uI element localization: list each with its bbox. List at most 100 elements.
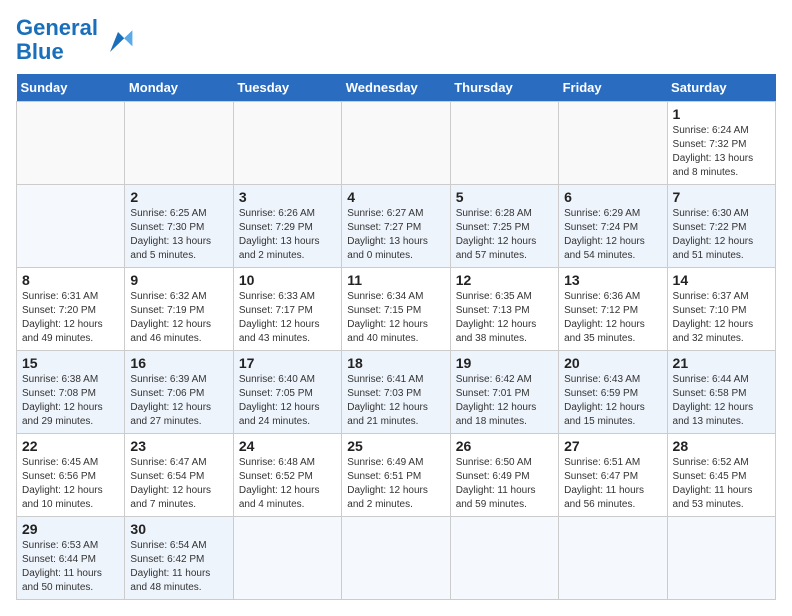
day-info: Sunrise: 6:27 AMSunset: 7:27 PMDaylight:… (347, 208, 428, 261)
empty-cell (450, 517, 558, 600)
day-cell-3: 3Sunrise: 6:26 AMSunset: 7:29 PMDaylight… (233, 185, 341, 268)
weekday-header-tuesday: Tuesday (233, 74, 341, 102)
empty-cell (450, 102, 558, 185)
week-row-4: 15 Sunrise: 6:38 AMSunset: 7:08 PMDayligh… (17, 351, 776, 434)
day-number: 5 (456, 189, 553, 205)
day-number: 9 (130, 272, 227, 288)
day-cell-30: 30 Sunrise: 6:54 AMSunset: 6:42 PMDayligh… (125, 517, 233, 600)
week-row-1: 1Sunrise: 6:24 AMSunset: 7:32 PMDaylight… (17, 102, 776, 185)
day-cell-18: 18Sunrise: 6:41 AMSunset: 7:03 PMDayligh… (342, 351, 450, 434)
day-number: 20 (564, 355, 661, 371)
day-number: 12 (456, 272, 553, 288)
day-number: 14 (673, 272, 770, 288)
day-info: Sunrise: 6:39 AMSunset: 7:06 PMDaylight:… (130, 374, 211, 427)
day-info: Sunrise: 6:45 AMSunset: 6:56 PMDaylight:… (22, 457, 103, 510)
day-cell-25: 25Sunrise: 6:49 AMSunset: 6:51 PMDayligh… (342, 434, 450, 517)
day-cell-20: 20Sunrise: 6:43 AMSunset: 6:59 PMDayligh… (559, 351, 667, 434)
day-info: Sunrise: 6:51 AMSunset: 6:47 PMDaylight:… (564, 457, 644, 510)
weekday-header-friday: Friday (559, 74, 667, 102)
day-number: 17 (239, 355, 336, 371)
day-number: 18 (347, 355, 444, 371)
empty-cell (559, 102, 667, 185)
day-info: Sunrise: 6:54 AMSunset: 6:42 PMDaylight:… (130, 540, 210, 593)
day-number: 7 (673, 189, 770, 205)
day-number: 24 (239, 438, 336, 454)
day-number: 28 (673, 438, 770, 454)
empty-cell (17, 185, 125, 268)
day-number: 29 (22, 521, 119, 537)
day-cell-6: 6Sunrise: 6:29 AMSunset: 7:24 PMDaylight… (559, 185, 667, 268)
day-number: 1 (673, 106, 770, 122)
day-number: 15 (22, 355, 119, 371)
day-cell-7: 7Sunrise: 6:30 AMSunset: 7:22 PMDaylight… (667, 185, 775, 268)
day-cell-2: 2 Sunrise: 6:25 AMSunset: 7:30 PMDaylight… (125, 185, 233, 268)
day-info: Sunrise: 6:31 AMSunset: 7:20 PMDaylight:… (22, 291, 103, 344)
empty-cell (125, 102, 233, 185)
weekday-header-thursday: Thursday (450, 74, 558, 102)
day-info: Sunrise: 6:44 AMSunset: 6:58 PMDaylight:… (673, 374, 754, 427)
day-number: 16 (130, 355, 227, 371)
day-number: 30 (130, 521, 227, 537)
day-info: Sunrise: 6:48 AMSunset: 6:52 PMDaylight:… (239, 457, 320, 510)
day-cell-1: 1Sunrise: 6:24 AMSunset: 7:32 PMDaylight… (667, 102, 775, 185)
day-info: Sunrise: 6:52 AMSunset: 6:45 PMDaylight:… (673, 457, 753, 510)
day-cell-10: 10 Sunrise: 6:33 AMSunset: 7:17 PMDayligh… (233, 268, 341, 351)
day-info: Sunrise: 6:32 AMSunset: 7:19 PMDaylight:… (130, 291, 211, 344)
day-number: 10 (239, 272, 336, 288)
weekday-header-saturday: Saturday (667, 74, 775, 102)
logo-icon (102, 24, 134, 56)
day-info: Sunrise: 6:28 AMSunset: 7:25 PMDaylight:… (456, 208, 537, 261)
logo-blue: Blue (16, 39, 64, 64)
day-number: 21 (673, 355, 770, 371)
empty-cell (559, 517, 667, 600)
day-info: Sunrise: 6:42 AMSunset: 7:01 PMDaylight:… (456, 374, 537, 427)
day-info: Sunrise: 6:33 AMSunset: 7:17 PMDaylight:… (239, 291, 320, 344)
empty-cell (17, 102, 125, 185)
day-info: Sunrise: 6:25 AMSunset: 7:30 PMDaylight:… (130, 208, 211, 261)
empty-cell (667, 517, 775, 600)
day-info: Sunrise: 6:53 AMSunset: 6:44 PMDaylight:… (22, 540, 102, 593)
day-cell-11: 11Sunrise: 6:34 AMSunset: 7:15 PMDayligh… (342, 268, 450, 351)
day-cell-14: 14 Sunrise: 6:37 AMSunset: 7:10 PMDayligh… (667, 268, 775, 351)
day-cell-12: 12Sunrise: 6:35 AMSunset: 7:13 PMDayligh… (450, 268, 558, 351)
empty-cell (342, 102, 450, 185)
day-cell-23: 23 Sunrise: 6:47 AMSunset: 6:54 PMDayligh… (125, 434, 233, 517)
week-row-3: 8Sunrise: 6:31 AMSunset: 7:20 PMDaylight… (17, 268, 776, 351)
page-header: General Blue (16, 16, 776, 64)
day-cell-13: 13 Sunrise: 6:36 AMSunset: 7:12 PMDayligh… (559, 268, 667, 351)
week-row-2: 2 Sunrise: 6:25 AMSunset: 7:30 PMDaylight… (17, 185, 776, 268)
day-info: Sunrise: 6:36 AMSunset: 7:12 PMDaylight:… (564, 291, 645, 344)
day-cell-22: 22 Sunrise: 6:45 AMSunset: 6:56 PMDayligh… (17, 434, 125, 517)
day-info: Sunrise: 6:37 AMSunset: 7:10 PMDaylight:… (673, 291, 754, 344)
day-cell-21: 21 Sunrise: 6:44 AMSunset: 6:58 PMDayligh… (667, 351, 775, 434)
day-cell-4: 4Sunrise: 6:27 AMSunset: 7:27 PMDaylight… (342, 185, 450, 268)
day-number: 22 (22, 438, 119, 454)
day-number: 13 (564, 272, 661, 288)
day-number: 3 (239, 189, 336, 205)
day-info: Sunrise: 6:29 AMSunset: 7:24 PMDaylight:… (564, 208, 645, 261)
day-cell-19: 19Sunrise: 6:42 AMSunset: 7:01 PMDayligh… (450, 351, 558, 434)
day-cell-27: 27Sunrise: 6:51 AMSunset: 6:47 PMDayligh… (559, 434, 667, 517)
day-info: Sunrise: 6:34 AMSunset: 7:15 PMDaylight:… (347, 291, 428, 344)
week-row-6: 29 Sunrise: 6:53 AMSunset: 6:44 PMDayligh… (17, 517, 776, 600)
day-cell-28: 28 Sunrise: 6:52 AMSunset: 6:45 PMDayligh… (667, 434, 775, 517)
empty-cell (233, 102, 341, 185)
day-cell-26: 26Sunrise: 6:50 AMSunset: 6:49 PMDayligh… (450, 434, 558, 517)
week-row-5: 22 Sunrise: 6:45 AMSunset: 6:56 PMDayligh… (17, 434, 776, 517)
day-cell-8: 8Sunrise: 6:31 AMSunset: 7:20 PMDaylight… (17, 268, 125, 351)
day-info: Sunrise: 6:38 AMSunset: 7:08 PMDaylight:… (22, 374, 103, 427)
day-info: Sunrise: 6:40 AMSunset: 7:05 PMDaylight:… (239, 374, 320, 427)
logo: General Blue (16, 16, 134, 64)
day-number: 2 (130, 189, 227, 205)
day-cell-15: 15 Sunrise: 6:38 AMSunset: 7:08 PMDayligh… (17, 351, 125, 434)
empty-cell (233, 517, 341, 600)
day-number: 23 (130, 438, 227, 454)
empty-cell (342, 517, 450, 600)
day-number: 25 (347, 438, 444, 454)
logo-general: General (16, 15, 98, 40)
day-number: 26 (456, 438, 553, 454)
day-cell-16: 16 Sunrise: 6:39 AMSunset: 7:06 PMDayligh… (125, 351, 233, 434)
day-cell-24: 24 Sunrise: 6:48 AMSunset: 6:52 PMDayligh… (233, 434, 341, 517)
day-info: Sunrise: 6:47 AMSunset: 6:54 PMDaylight:… (130, 457, 211, 510)
day-cell-9: 9 Sunrise: 6:32 AMSunset: 7:19 PMDaylight… (125, 268, 233, 351)
